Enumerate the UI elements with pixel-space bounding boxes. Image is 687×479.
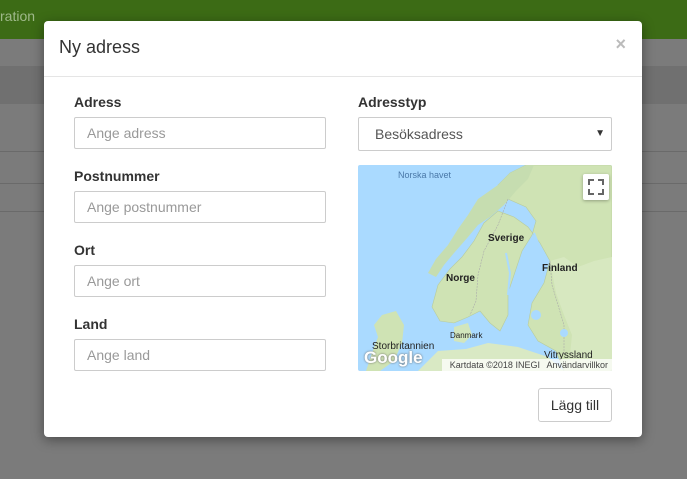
- google-logo: Google: [364, 348, 423, 367]
- address-input[interactable]: [74, 117, 326, 149]
- country-label: Land: [74, 316, 108, 332]
- address-type-value: Besöksadress: [375, 126, 463, 142]
- country-input[interactable]: [74, 339, 326, 371]
- address-type-label: Adresstyp: [358, 94, 427, 110]
- top-bar-text: ration: [0, 8, 36, 24]
- map[interactable]: Norska havet Sverige Norge Finland Danma…: [358, 165, 612, 371]
- chevron-down-icon: ▼: [595, 128, 605, 139]
- map-terms-link[interactable]: Användarvillkor: [546, 360, 608, 370]
- map-attribution: Kartdata ©2018 INEGI Användarvillkor: [441, 359, 612, 371]
- close-icon[interactable]: ×: [615, 34, 626, 55]
- postal-code-label: Postnummer: [74, 168, 160, 184]
- add-button[interactable]: Lägg till: [538, 388, 612, 422]
- dialog-title: Ny adress: [59, 37, 141, 57]
- map-label: Finland: [542, 263, 578, 274]
- map-label: Norge: [446, 273, 475, 284]
- map-sea-label: Norska havet: [398, 170, 452, 180]
- dialog-header: Ny adress ×: [44, 21, 642, 77]
- map-attribution-text: Kartdata ©2018 INEGI: [449, 360, 540, 370]
- map-label: Sverige: [488, 233, 525, 244]
- fullscreen-icon[interactable]: [583, 174, 609, 200]
- map-label: Danmark: [450, 331, 483, 340]
- city-label: Ort: [74, 242, 95, 258]
- postal-code-input[interactable]: [74, 191, 326, 223]
- city-input[interactable]: [74, 265, 326, 297]
- fullscreen-icon-graphic: [588, 179, 604, 195]
- address-type-select[interactable]: Besöksadress ▼: [358, 117, 612, 151]
- new-address-dialog: Ny adress × Adress Postnummer Ort Land A…: [44, 21, 642, 437]
- address-label: Adress: [74, 94, 122, 110]
